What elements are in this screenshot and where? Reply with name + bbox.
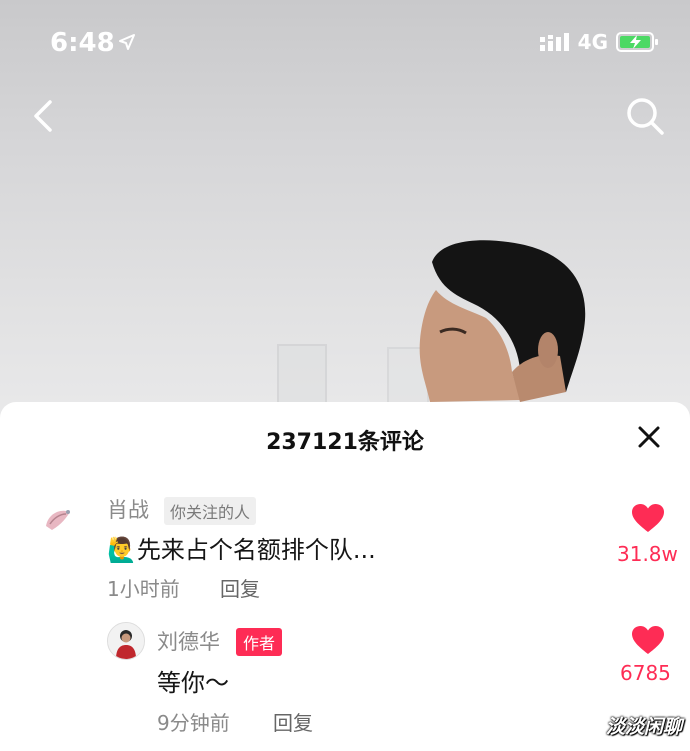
author-badge: 作者 [236, 628, 283, 656]
location-arrow-icon [119, 34, 135, 50]
avatar[interactable] [107, 622, 145, 660]
comments-sheet: 237121条评论 肖战 你关注的人 🙋‍♂️先来占个名额排个队... 1小时前… [0, 402, 690, 751]
network-type: 4G [577, 30, 608, 54]
status-indicators: 4G [539, 30, 660, 54]
battery-charging-icon [616, 32, 658, 52]
signal-icon [539, 33, 569, 51]
reply-username[interactable]: 刘德华 [157, 626, 220, 656]
watermark: 淡淡闲聊 [605, 716, 682, 738]
like-count: 6785 [620, 661, 671, 685]
search-icon[interactable] [624, 94, 666, 138]
reply-time: 9分钟前 [157, 711, 230, 735]
heart-icon[interactable] [631, 625, 665, 655]
comment-item: 肖战 你关注的人 🙋‍♂️先来占个名额排个队... 1小时前 回复 31.8w … [0, 402, 690, 751]
status-bar: 6:48 4G [0, 0, 690, 90]
reply-text: 等你～ [157, 669, 229, 697]
chevron-left-icon[interactable] [24, 94, 66, 138]
avatar-image [108, 623, 144, 659]
reply-button[interactable]: 回复 [273, 707, 313, 736]
status-time: 6:48 [50, 28, 115, 58]
reply-item: 刘德华 作者 等你～ 9分钟前 回复 6785 [0, 402, 690, 751]
